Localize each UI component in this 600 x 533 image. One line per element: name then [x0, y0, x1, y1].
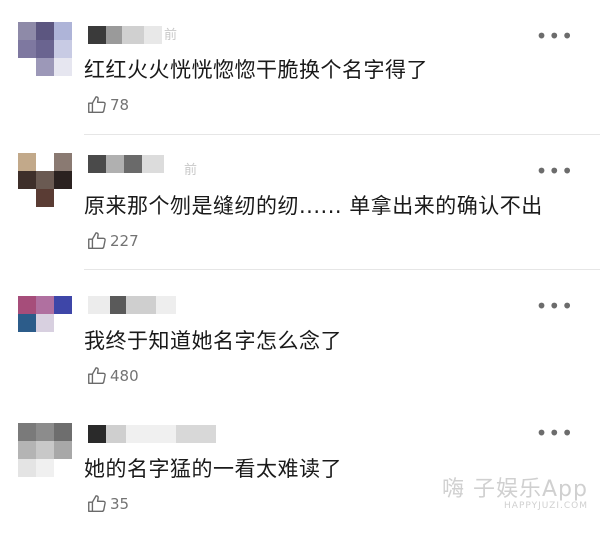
thumbs-up-icon	[86, 94, 108, 116]
username-blurred[interactable]	[88, 153, 164, 175]
thumbs-up-icon	[86, 493, 108, 515]
comment-item: 前 ••• 红红火火恍恍惚惚干脆换个名字得了 78	[0, 0, 600, 135]
comment-text: 她的名字猛的一看太难读了	[84, 457, 342, 481]
more-dots-icon[interactable]: •••	[536, 423, 574, 443]
comment-text: 我终于知道她名字怎么念了	[84, 329, 342, 353]
comment-list: 前 ••• 红红火火恍恍惚惚干脆换个名字得了 78 前 ••• 原来那个刎是缝纫…	[0, 0, 600, 533]
comment-text: 原来那个刎是缝纫的纫...... 单拿出来的确认不出	[84, 194, 543, 218]
like-count: 78	[110, 96, 130, 114]
like-count: 480	[110, 367, 139, 385]
more-dots-icon[interactable]: •••	[536, 26, 574, 46]
watermark: 嗨 子娱乐App HAPPYJUZI.COM	[442, 471, 588, 511]
comment-item: ••• 我终于知道她名字怎么念了 480	[0, 270, 600, 405]
username-blurred[interactable]	[88, 24, 162, 46]
like-button[interactable]: 78	[86, 94, 129, 116]
timestamp: 前	[164, 28, 178, 43]
comment-item: ••• 她的名字猛的一看太难读了 35	[0, 405, 600, 533]
comment-item: 前 ••• 原来那个刎是缝纫的纫...... 单拿出来的确认不出 227	[0, 135, 600, 270]
timestamp: 前	[184, 163, 198, 178]
avatar[interactable]	[18, 296, 72, 350]
more-dots-icon[interactable]: •••	[536, 296, 574, 316]
like-count: 35	[110, 495, 130, 513]
like-button[interactable]: 35	[86, 493, 129, 515]
username-blurred[interactable]	[88, 423, 216, 445]
avatar[interactable]	[18, 423, 72, 477]
comment-text: 红红火火恍恍惚惚干脆换个名字得了	[84, 58, 428, 82]
username-blurred[interactable]	[88, 294, 176, 316]
more-dots-icon[interactable]: •••	[536, 161, 574, 181]
thumbs-up-icon	[86, 230, 108, 252]
watermark-main: 嗨 子娱乐App	[442, 477, 588, 502]
like-button[interactable]: 227	[86, 230, 139, 252]
thumbs-up-icon	[86, 365, 108, 387]
like-button[interactable]: 480	[86, 365, 139, 387]
avatar[interactable]	[18, 153, 72, 207]
avatar[interactable]	[18, 22, 72, 76]
like-count: 227	[110, 232, 139, 250]
